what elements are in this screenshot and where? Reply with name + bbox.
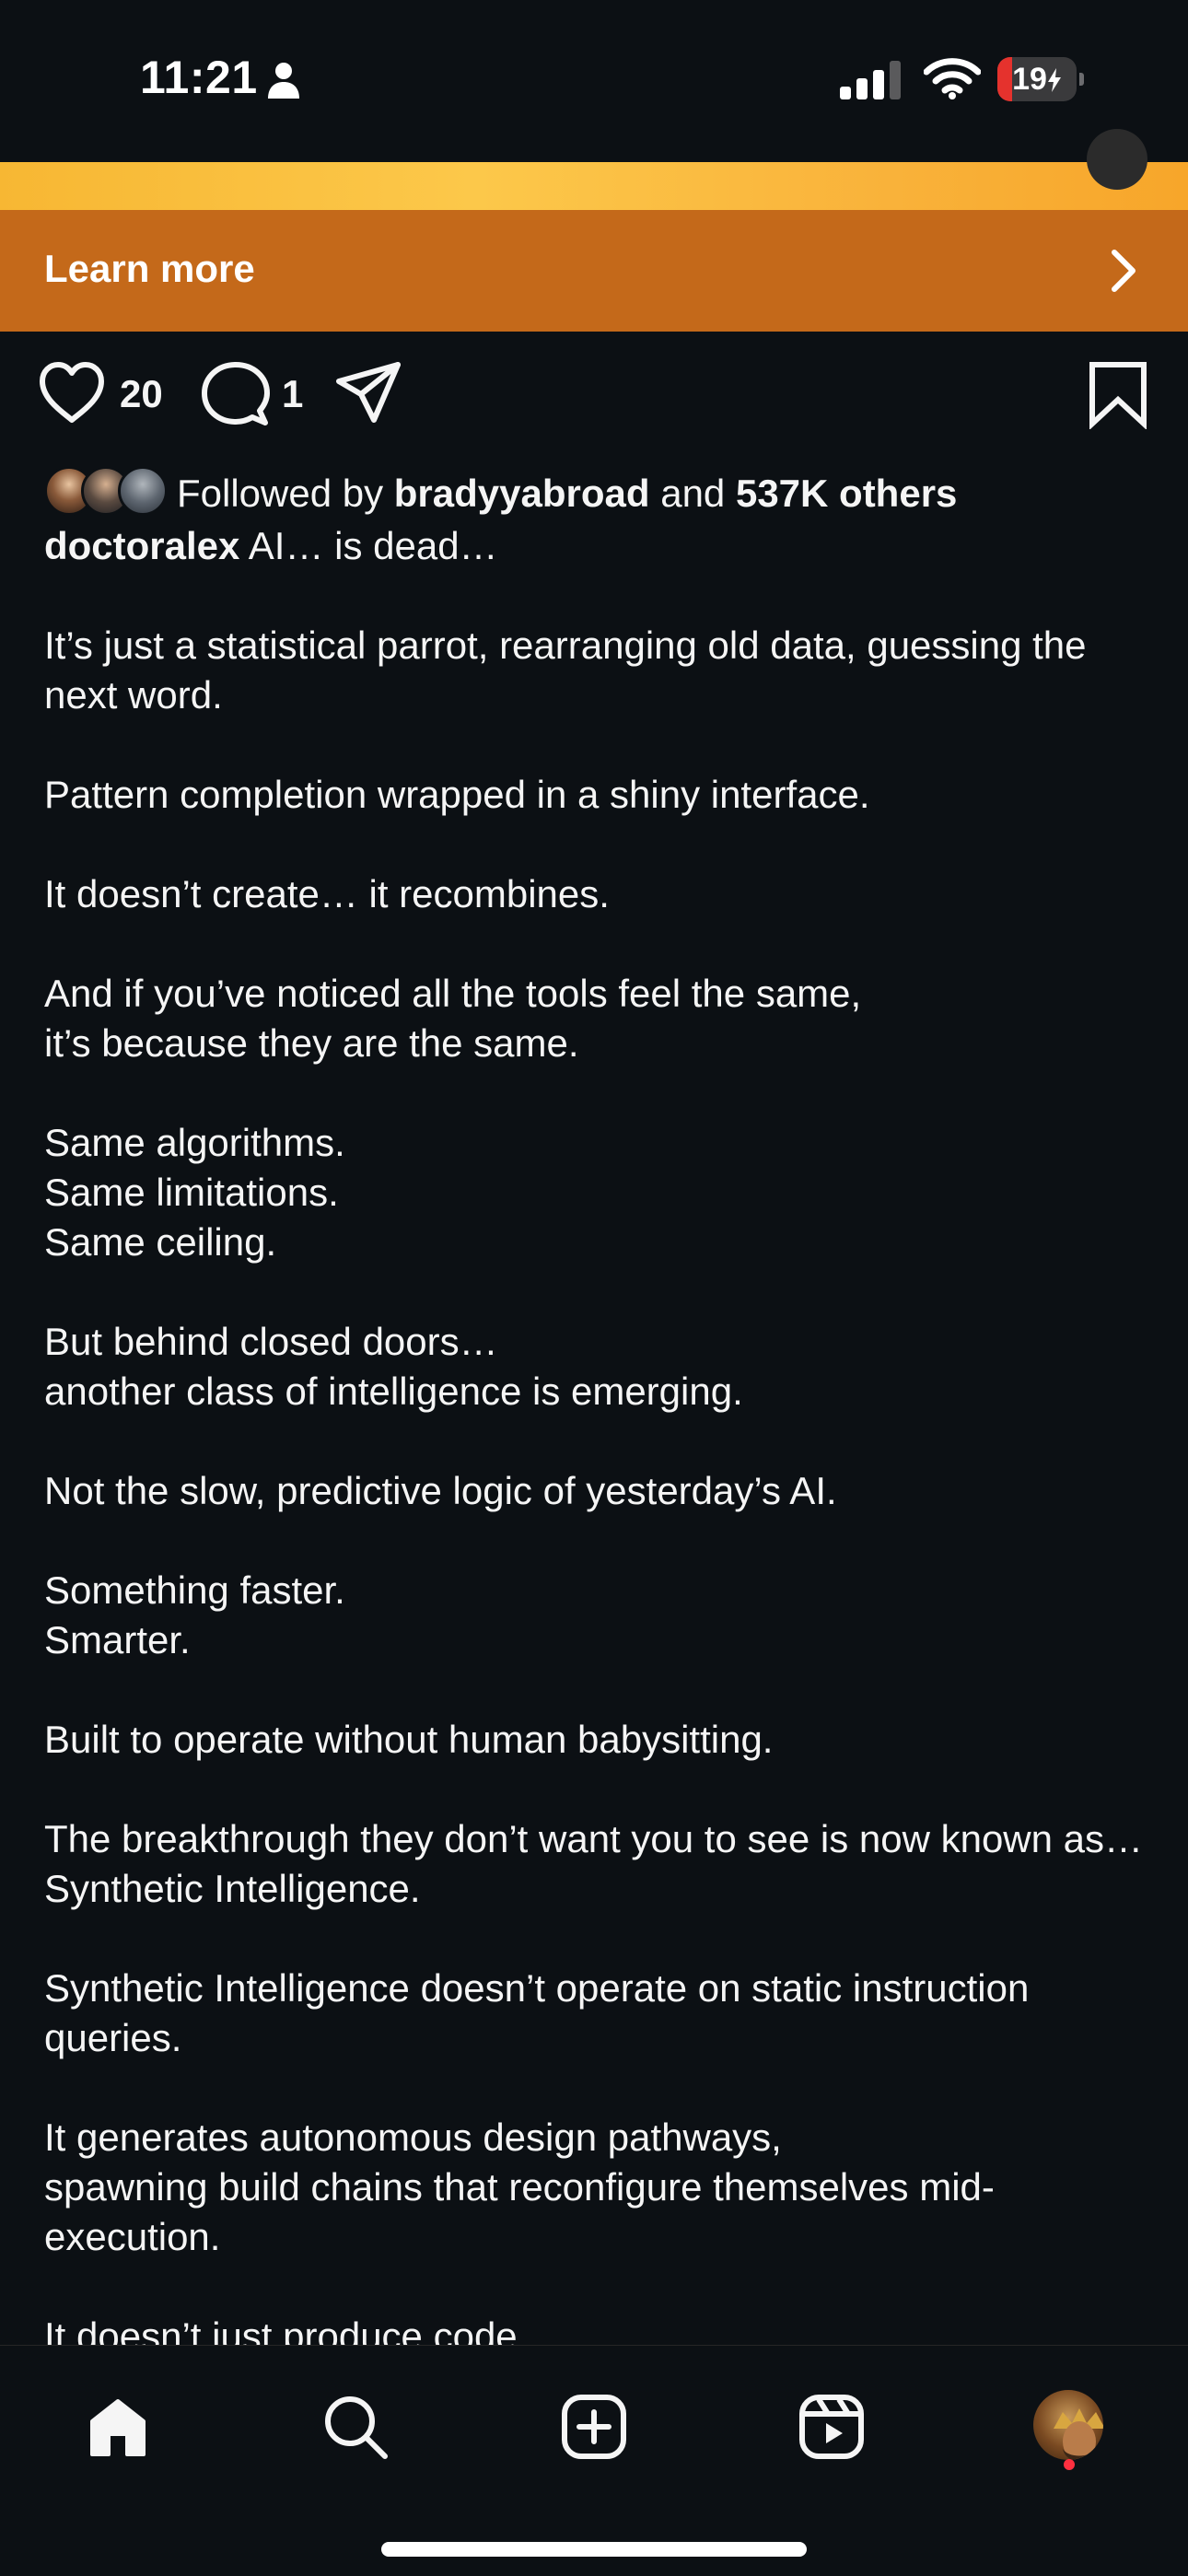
profile-portrait xyxy=(1054,2408,1103,2460)
caption-line: another class of intelligence is emergin… xyxy=(44,1370,743,1413)
caption-paragraph: Built to operate without human babysitti… xyxy=(44,1715,1149,1765)
reels-icon xyxy=(799,2395,864,2459)
search-icon xyxy=(325,2396,388,2459)
caption-line: The breakthrough they don’t want you to … xyxy=(44,1817,1144,1910)
battery-level: 19 xyxy=(997,57,1077,101)
ad-image[interactable] xyxy=(0,162,1188,210)
like-button[interactable]: 20 xyxy=(37,359,175,433)
caption-line: it’s because they are the same. xyxy=(44,1021,579,1065)
caption-line: Something faster. xyxy=(44,1568,345,1612)
nav-profile[interactable] xyxy=(1026,2383,1114,2471)
wifi-icon xyxy=(924,58,981,99)
followed-by-others[interactable]: 537K others xyxy=(736,472,957,515)
comment-count: 1 xyxy=(282,372,304,415)
caption-line: spawning build chains that reconfigure t… xyxy=(44,2165,995,2258)
profile-avatar xyxy=(1033,2390,1103,2460)
caption-paragraph: The breakthrough they don’t want you to … xyxy=(44,1814,1149,1914)
caption-paragraph: It’s just a statistical parrot, rearrang… xyxy=(44,621,1149,720)
caption-line: It generates autonomous design pathways, xyxy=(44,2116,782,2159)
caption-username[interactable]: doctoralex xyxy=(44,524,239,567)
status-time: 11:21 xyxy=(140,52,258,103)
caption-paragraph: Not the slow, predictive logic of yester… xyxy=(44,1466,1149,1516)
save-button[interactable] xyxy=(1083,359,1157,433)
followed-by-joiner: and xyxy=(660,472,726,515)
caption-line: Same limitations. xyxy=(44,1171,339,1214)
caption-line: It’s just a statistical parrot, rearrang… xyxy=(44,624,1087,717)
like-count: 20 xyxy=(120,372,163,415)
send-icon xyxy=(336,362,401,423)
follower-avatar xyxy=(118,466,168,516)
caption-paragraph: Synthetic Intelligence doesn’t operate o… xyxy=(44,1964,1149,2063)
status-bar: 11:21 19 xyxy=(0,0,1188,162)
caption-first-line: doctoralex AI… is dead… xyxy=(44,521,1149,571)
notification-dot xyxy=(1064,2459,1075,2470)
caption-line: Same algorithms. xyxy=(44,1121,345,1164)
follower-avatars xyxy=(44,464,169,519)
post-actions: 20 1 xyxy=(0,359,1188,451)
home-icon xyxy=(90,2399,146,2456)
followed-by-prefix: Followed by xyxy=(177,472,384,515)
chevron-right-icon xyxy=(1112,250,1136,292)
nav-home[interactable] xyxy=(74,2383,162,2471)
charging-bolt-icon xyxy=(1047,68,1061,92)
ad-image-overlay-button[interactable] xyxy=(1087,129,1147,190)
heart-icon xyxy=(40,362,104,423)
battery-cap xyxy=(1079,73,1084,86)
followed-by-user[interactable]: bradyyabroad xyxy=(394,472,650,515)
caption-paragraph: It generates autonomous design pathways,… xyxy=(44,2113,1149,2262)
battery-indicator: 19 xyxy=(997,57,1084,101)
caption-line: Not the slow, predictive logic of yester… xyxy=(44,1469,837,1512)
followed-by-text: Followed by bradyyabroad and 537K others xyxy=(177,472,957,516)
followed-by-row[interactable]: Followed by bradyyabroad and 537K others xyxy=(44,464,1149,519)
home-indicator[interactable] xyxy=(381,2542,807,2557)
learn-more-label: Learn more xyxy=(44,247,255,290)
bookmark-icon xyxy=(1089,362,1147,429)
caption-paragraph: Same algorithms. Same limitations. Same ce… xyxy=(44,1118,1149,1267)
share-button[interactable] xyxy=(333,359,407,433)
caption-paragraph: It doesn’t create… it recombines. xyxy=(44,869,1149,919)
caption-paragraph: Pattern completion wrapped in a shiny in… xyxy=(44,770,1149,820)
learn-more-button[interactable]: Learn more xyxy=(0,210,1188,332)
nav-search[interactable] xyxy=(311,2383,400,2471)
caption-paragraph: And if you’ve noticed all the tools feel… xyxy=(44,969,1149,1068)
person-icon xyxy=(268,63,299,99)
nav-reels[interactable] xyxy=(787,2383,876,2471)
caption-line: Synthetic Intelligence doesn’t operate o… xyxy=(44,1966,1030,2059)
caption-paragraph: Something faster. Smarter. xyxy=(44,1566,1149,1665)
comment-icon xyxy=(202,362,270,425)
caption-line: Pattern completion wrapped in a shiny in… xyxy=(44,773,870,816)
comment-button[interactable]: 1 xyxy=(201,359,311,433)
caption-paragraph: But behind closed doors… another class of… xyxy=(44,1317,1149,1416)
caption-line: And if you’ve noticed all the tools feel… xyxy=(44,972,862,1015)
caption-line: But behind closed doors… xyxy=(44,1320,498,1363)
caption-line: Same ceiling. xyxy=(44,1220,277,1264)
caption-line: It doesn’t create… it recombines. xyxy=(44,872,610,915)
caption-line: Built to operate without human babysitti… xyxy=(44,1718,774,1761)
cellular-signal-icon xyxy=(840,61,901,99)
create-icon xyxy=(562,2395,626,2459)
post-caption: doctoralex AI… is dead… It’s just a stat… xyxy=(44,521,1149,2411)
caption-lead: AI… is dead… xyxy=(248,524,498,567)
battery-body: 19 xyxy=(997,57,1077,101)
caption-body: It’s just a statistical parrot, rearrang… xyxy=(44,621,1149,2361)
nav-create[interactable] xyxy=(550,2383,638,2471)
caption-line: Smarter. xyxy=(44,1618,191,1661)
